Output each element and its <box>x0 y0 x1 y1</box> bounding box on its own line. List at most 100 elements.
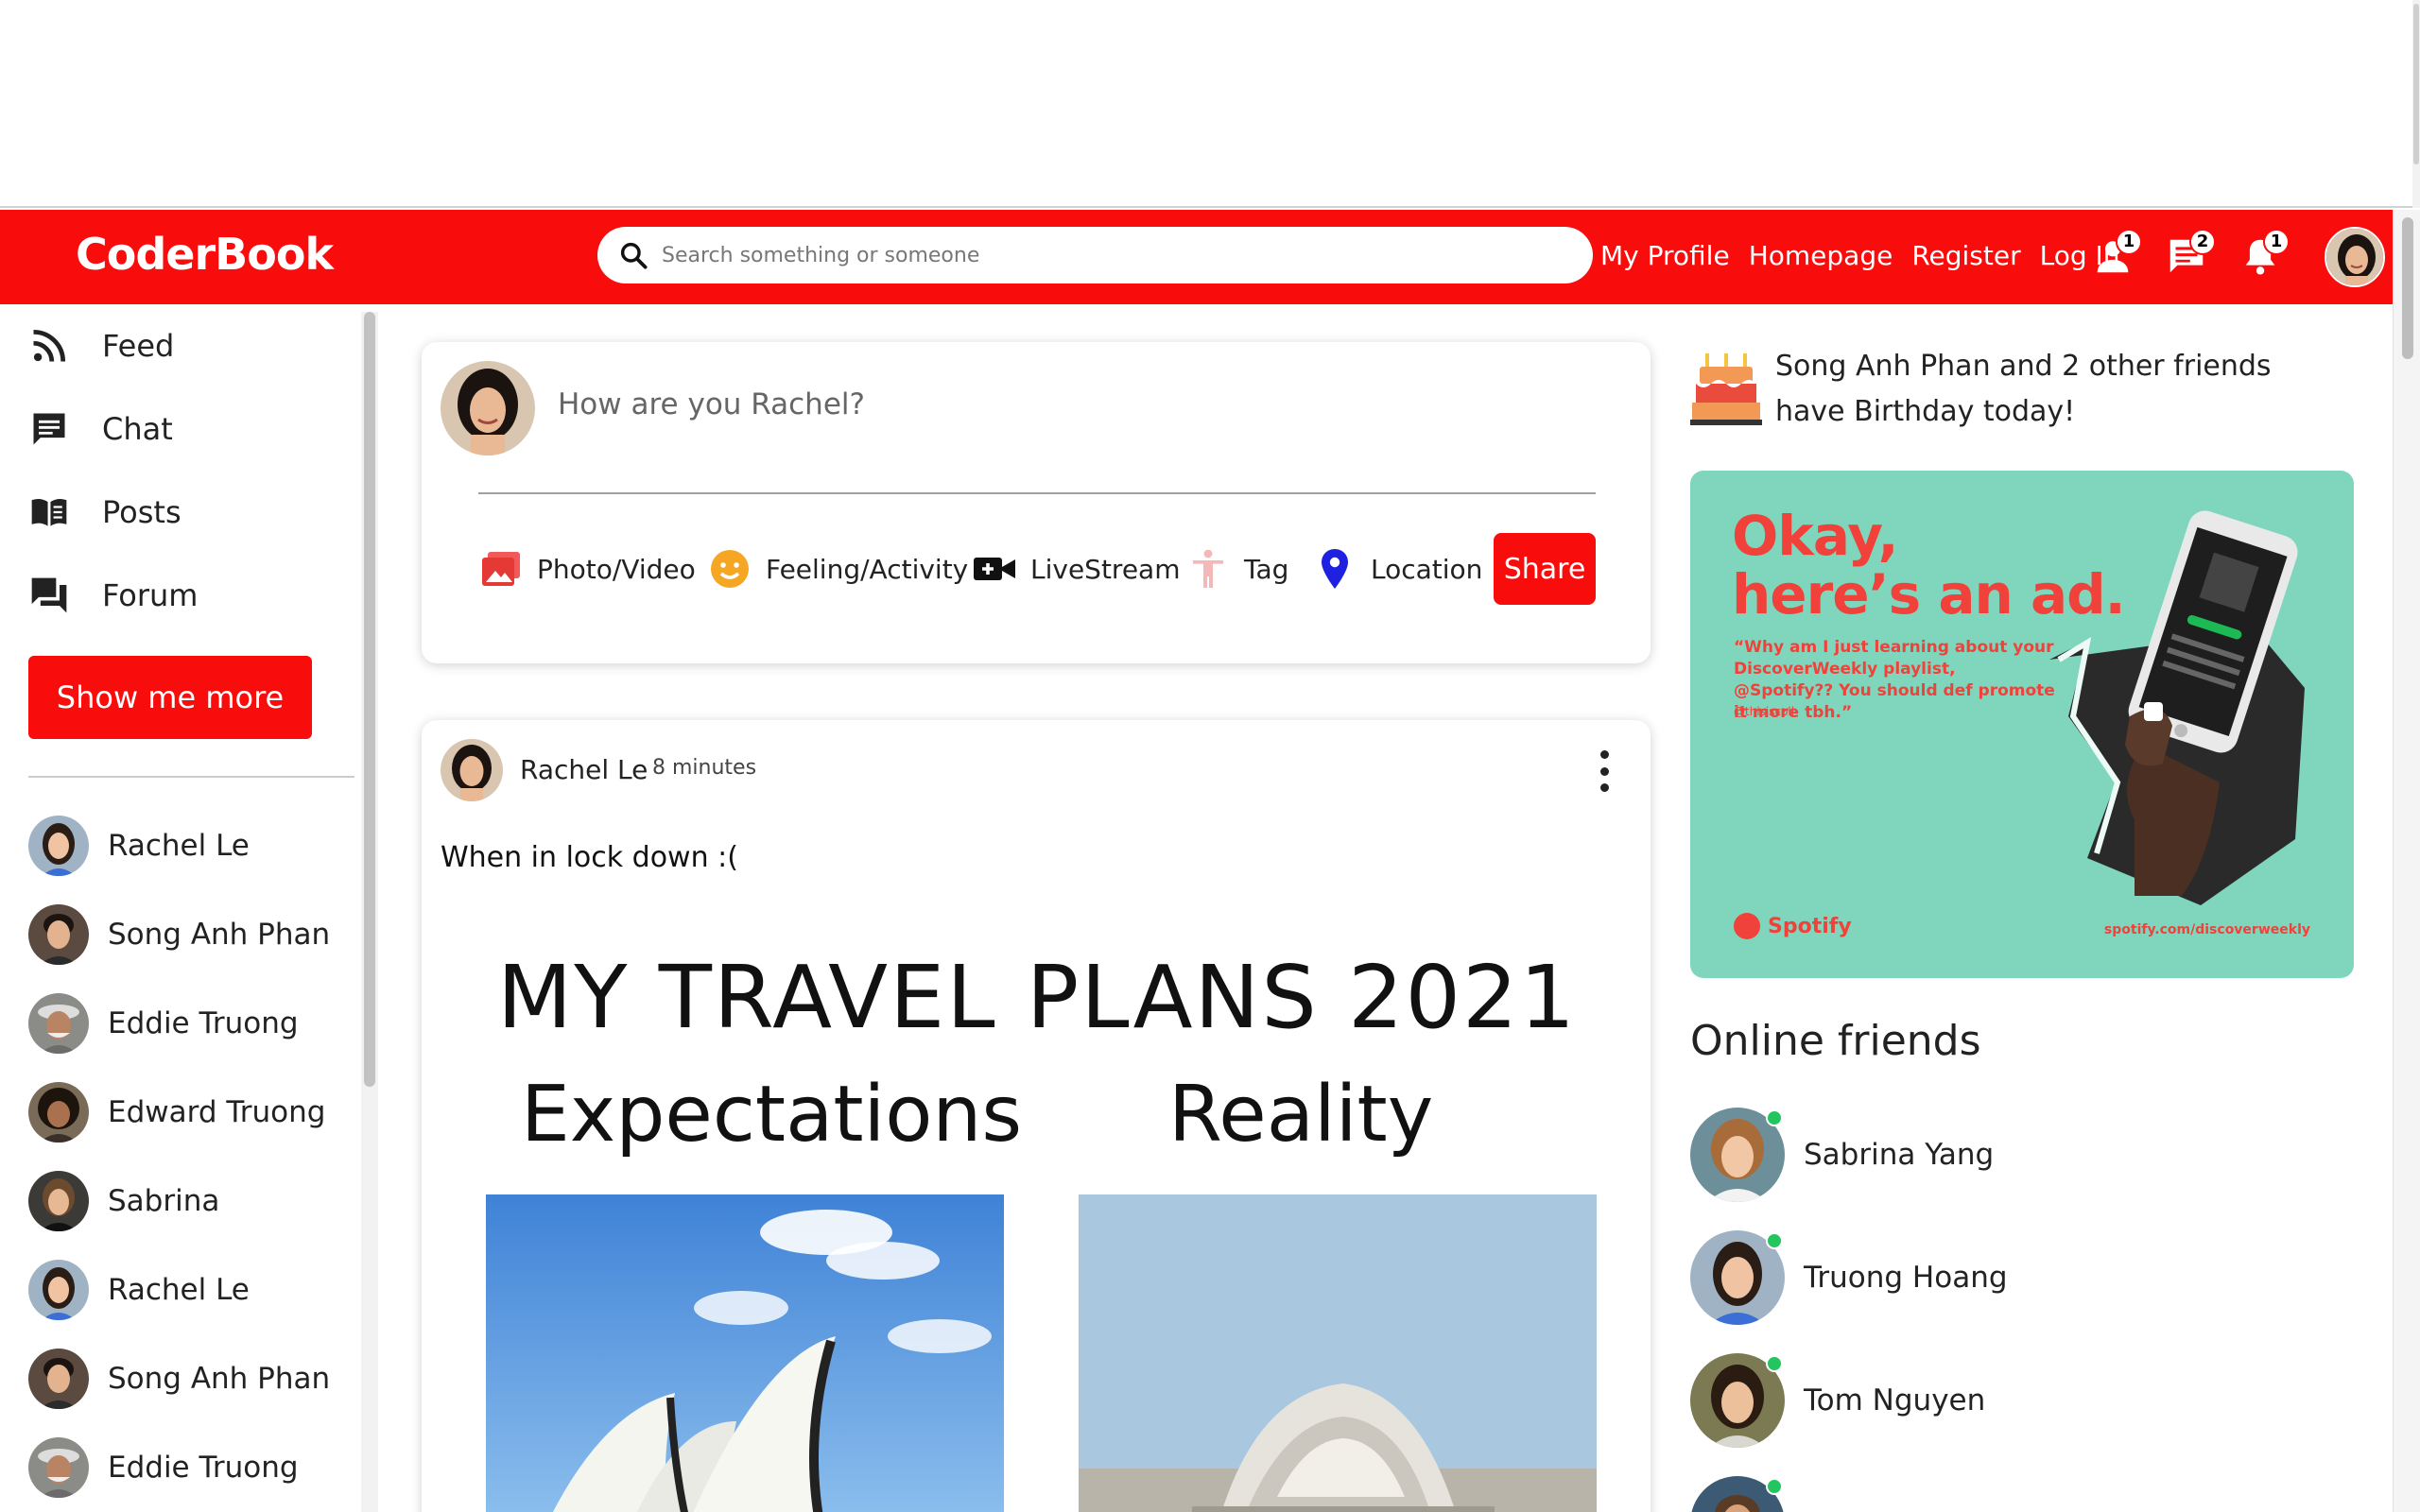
browser-blank-area <box>0 0 2420 208</box>
nav-link-register[interactable]: Register <box>1911 240 2020 271</box>
outer-scrollbar[interactable] <box>2412 0 2420 208</box>
sidebar-item-label: Posts <box>102 494 182 530</box>
show-more-button[interactable]: Show me more <box>28 656 312 739</box>
post-image[interactable]: MY TRAVEL PLANS 2021 Expectations Realit… <box>441 900 1634 1512</box>
outer-scrollbar-thumb[interactable] <box>2413 4 2419 164</box>
share-button[interactable]: Share <box>1494 533 1596 605</box>
brand-logo[interactable]: CoderBook <box>76 229 334 280</box>
notifications-button[interactable]: 1 <box>2238 229 2290 282</box>
friend-requests-button[interactable]: 1 <box>2091 229 2142 282</box>
online-friend[interactable]: Tom Nguyen <box>1690 1353 1985 1448</box>
meme-left-caption: Expectations <box>521 1070 1023 1160</box>
opera-house-model-photo <box>1079 1194 1597 1512</box>
spotify-logo: Spotify <box>1734 913 1852 939</box>
location-option[interactable]: Location <box>1312 541 1482 597</box>
opera-house-photo <box>486 1194 1004 1512</box>
post-composer: Photo/Video Feeling/Activity LiveStream … <box>422 342 1651 663</box>
forum-icon <box>31 577 67 613</box>
avatar <box>28 1437 89 1498</box>
sidebar-scrollbar[interactable] <box>361 312 378 1512</box>
avatar[interactable] <box>441 739 503 801</box>
user-avatar[interactable] <box>2325 227 2385 287</box>
friend-name: Rachel Le <box>108 1273 250 1307</box>
sidebar-divider <box>28 776 354 778</box>
online-status-dot <box>1766 1232 1783 1249</box>
friend-name: Edward Truong <box>108 1095 326 1129</box>
sidebar-friend[interactable]: Eddie Truong <box>28 1436 299 1499</box>
option-label: Photo/Video <box>537 553 696 585</box>
online-friend[interactable] <box>1690 1476 1785 1512</box>
friend-name: Rachel Le <box>108 829 250 863</box>
nav-link-homepage[interactable]: Homepage <box>1749 240 1893 271</box>
online-friend-name: Sabrina Yang <box>1804 1138 1995 1172</box>
post-author[interactable]: Rachel Le <box>520 754 648 785</box>
post-options-button[interactable] <box>1590 750 1618 792</box>
post-timestamp: 8 minutes <box>652 756 757 780</box>
photo-icon <box>482 552 520 586</box>
birthday-notice[interactable]: Song Anh Phan and 2 other friends have B… <box>1690 344 2352 429</box>
sidebar-item-chat[interactable]: Chat <box>28 401 173 457</box>
sidebar-friend[interactable]: Eddie Truong <box>28 992 299 1055</box>
sidebar-friend[interactable]: Rachel Le <box>28 1259 250 1321</box>
sidebar-item-forum[interactable]: Forum <box>28 567 198 624</box>
online-friend[interactable]: Sabrina Yang <box>1690 1108 1994 1202</box>
sidebar-item-feed[interactable]: Feed <box>28 318 174 374</box>
smile-icon <box>711 550 749 588</box>
ad-handle: @thisiscoll <box>1734 705 1795 718</box>
online-friends-heading: Online friends <box>1690 1017 1981 1065</box>
sidebar-friend[interactable]: Song Anh Phan <box>28 903 330 966</box>
sidebar-friend[interactable]: Song Anh Phan <box>28 1348 330 1410</box>
search-bar[interactable] <box>597 227 1593 284</box>
online-friend-name: Tom Nguyen <box>1804 1383 1986 1418</box>
avatar <box>28 1260 89 1320</box>
sidebar-friend[interactable]: Rachel Le <box>28 815 250 877</box>
tag-option[interactable]: Tag <box>1185 541 1288 597</box>
post-text: When in lock down :( <box>441 841 738 874</box>
sidebar-item-posts[interactable]: Posts <box>28 484 182 541</box>
friend-name: Sabrina <box>108 1184 220 1218</box>
online-status-dot <box>1766 1478 1783 1495</box>
sidebar-friend[interactable]: Edward Truong <box>28 1081 325 1143</box>
location-pin-icon <box>1322 549 1348 589</box>
dot-icon <box>1599 750 1609 759</box>
page-scrollbar[interactable] <box>2393 210 2420 1512</box>
left-sidebar: Feed Chat Posts Forum Show me more Rache… <box>0 304 376 1512</box>
dot-icon <box>1599 766 1609 776</box>
spotify-ad[interactable]: Okay, here’s an ad. “Why am I just learni… <box>1690 471 2354 978</box>
video-camera-icon <box>974 558 1015 580</box>
feeling-activity-option[interactable]: Feeling/Activity <box>707 541 968 597</box>
rss-icon <box>33 329 66 362</box>
avatar <box>28 1171 89 1231</box>
meme-right-caption: Reality <box>1168 1070 1434 1160</box>
sidebar-scrollbar-thumb[interactable] <box>364 312 375 1087</box>
photo-video-option[interactable]: Photo/Video <box>478 541 696 597</box>
avatar <box>28 1349 89 1409</box>
sidebar-item-label: Chat <box>102 411 173 447</box>
option-label: Tag <box>1244 553 1289 585</box>
search-input[interactable] <box>662 243 1512 267</box>
dot-icon <box>1599 783 1609 792</box>
book-icon <box>31 498 67 526</box>
nav-links: My Profile Homepage Register Log In <box>1600 240 2139 271</box>
nav-link-my-profile[interactable]: My Profile <box>1600 240 1730 271</box>
livestream-option[interactable]: LiveStream <box>972 541 1180 597</box>
option-label: LiveStream <box>1030 553 1181 585</box>
search-icon <box>620 242 648 269</box>
messages-badge: 2 <box>2189 229 2216 255</box>
sidebar-item-label: Forum <box>102 577 199 613</box>
notifications-badge: 1 <box>2263 229 2290 255</box>
meme-title: MY TRAVEL PLANS 2021 <box>496 947 1578 1048</box>
avatar <box>28 993 89 1054</box>
sidebar-friend[interactable]: Sabrina <box>28 1170 219 1232</box>
phone-in-hand-image <box>2049 510 2305 905</box>
page-scrollbar-thumb[interactable] <box>2402 217 2413 359</box>
friend-name: Song Anh Phan <box>108 1362 331 1396</box>
composer-divider <box>478 492 1596 494</box>
ad-url[interactable]: spotify.com/discoverweekly <box>2104 922 2310 937</box>
chat-icon <box>33 413 65 445</box>
online-friend[interactable]: Truong Hoang <box>1690 1230 2008 1325</box>
option-label: Location <box>1371 553 1483 585</box>
status-input[interactable] <box>558 387 1598 421</box>
messages-button[interactable]: 2 <box>2165 229 2216 282</box>
option-label: Feeling/Activity <box>766 553 969 585</box>
